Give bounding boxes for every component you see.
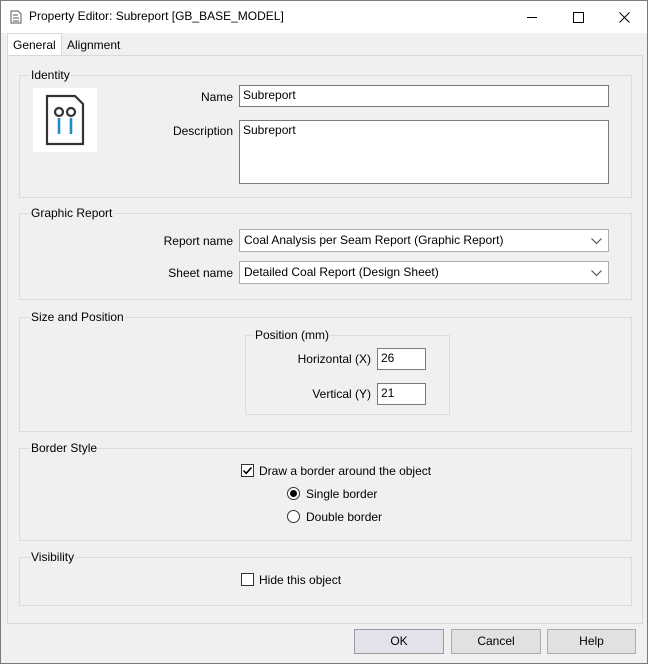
graphic-report-legend: Graphic Report	[31, 206, 113, 220]
name-field[interactable]: Subreport	[239, 85, 609, 107]
vertical-field[interactable]: 21	[377, 383, 426, 405]
sheet-name-label: Sheet name	[168, 266, 233, 280]
report-name-dropdown[interactable]: Coal Analysis per Seam Report (Graphic R…	[239, 229, 609, 252]
maximize-icon	[573, 12, 584, 23]
report-name-label: Report name	[163, 234, 233, 248]
minimize-button[interactable]	[509, 1, 555, 33]
draw-border-checkbox[interactable]	[241, 464, 254, 477]
single-border-label: Single border	[306, 487, 378, 501]
title-bar: Property Editor: Subreport [GB_BASE_MODE…	[1, 1, 647, 33]
close-button[interactable]	[601, 1, 647, 33]
position-legend: Position (mm)	[255, 328, 330, 342]
minimize-icon	[527, 17, 537, 18]
checkmark-icon	[242, 466, 253, 475]
report-name-value: Coal Analysis per Seam Report (Graphic R…	[244, 233, 504, 247]
horizontal-field[interactable]: 26	[377, 348, 426, 370]
sheet-name-dropdown[interactable]: Detailed Coal Report (Design Sheet)	[239, 261, 609, 284]
name-label: Name	[200, 90, 233, 104]
double-border-radio[interactable]	[287, 510, 300, 523]
cancel-button[interactable]: Cancel	[451, 629, 541, 654]
horizontal-label: Horizontal (X)	[297, 352, 371, 366]
sheet-name-value: Detailed Coal Report (Design Sheet)	[244, 265, 439, 279]
ok-button[interactable]: OK	[354, 629, 444, 654]
tab-alignment[interactable]: Alignment	[62, 35, 125, 55]
border-style-legend: Border Style	[31, 441, 98, 455]
single-border-radio[interactable]	[287, 487, 300, 500]
size-position-legend: Size and Position	[31, 310, 124, 324]
description-label: Description	[172, 124, 233, 138]
hide-object-checkbox[interactable]	[241, 573, 254, 586]
tab-general[interactable]: General	[7, 33, 62, 56]
window-title: Property Editor: Subreport [GB_BASE_MODE…	[29, 9, 284, 23]
vertical-label: Vertical (Y)	[312, 387, 371, 401]
property-editor-window: Property Editor: Subreport [GB_BASE_MODE…	[0, 0, 648, 664]
identity-legend: Identity	[31, 68, 70, 82]
visibility-legend: Visibility	[31, 550, 75, 564]
chevron-down-icon	[591, 238, 602, 245]
subreport-document-icon	[33, 88, 97, 152]
general-tab-panel: Identity Name Subreport Description Subr…	[7, 55, 643, 624]
chevron-down-icon	[591, 270, 602, 277]
graphic-report-group: Graphic Report	[19, 206, 632, 300]
app-icon	[10, 10, 22, 24]
maximize-button[interactable]	[555, 1, 601, 33]
double-border-label: Double border	[306, 510, 383, 524]
draw-border-label: Draw a border around the object	[259, 464, 432, 478]
description-field[interactable]: Subreport	[239, 120, 609, 184]
help-button[interactable]: Help	[547, 629, 636, 654]
hide-object-label: Hide this object	[259, 573, 342, 587]
close-icon	[619, 12, 630, 23]
